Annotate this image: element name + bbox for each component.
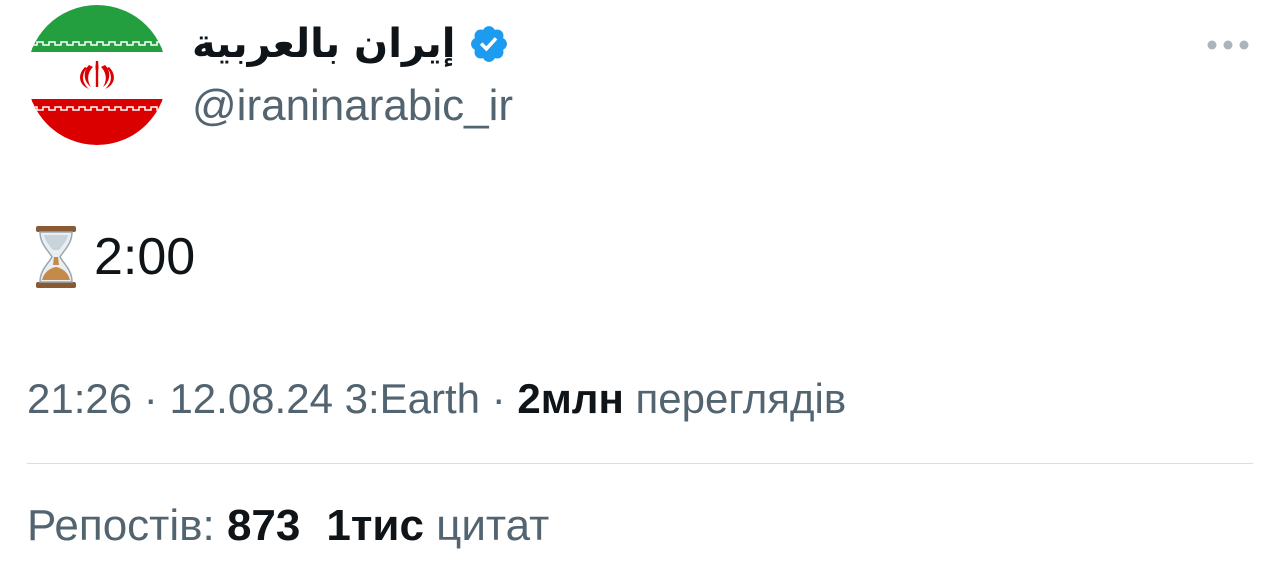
views-label[interactable]: переглядів — [636, 375, 847, 422]
tweet-text: 2:00 — [30, 222, 195, 292]
author-handle[interactable]: @iraninarabic_ir — [192, 80, 513, 133]
tweet-time[interactable]: 21:26 — [27, 375, 132, 422]
avatar[interactable] — [27, 5, 167, 145]
iran-flag-avatar-icon — [27, 5, 167, 145]
tweet-location: 3:Earth — [344, 375, 481, 422]
author-name-row[interactable]: إيران بالعربية — [192, 14, 510, 74]
reposts-count[interactable]: 873 — [227, 501, 300, 550]
hourglass-icon — [36, 226, 76, 288]
meta-separator: · — [132, 375, 170, 422]
verified-badge-icon[interactable] — [468, 23, 510, 65]
reposts-label[interactable]: Репостів: — [27, 501, 215, 550]
tweet-meta: 21:26 · 12.08.24 3:Earth · 2млн перегляд… — [27, 374, 846, 424]
display-name[interactable]: إيران بالعربية — [192, 24, 456, 64]
more-dots-icon — [1207, 40, 1249, 50]
views-count[interactable]: 2млн — [517, 375, 623, 422]
tweet-text-content: 2:00 — [94, 228, 196, 286]
tweet-detail: إيران بالعربية @iraninarabic_ir 2:00 21:… — [0, 0, 1280, 587]
quotes-count[interactable]: 1тис — [326, 501, 424, 550]
tweet-stats: Репостів: 873 1тис цитат — [27, 500, 549, 553]
tweet-date[interactable]: 12.08.24 — [169, 375, 333, 422]
meta-separator: · — [480, 375, 518, 422]
divider — [27, 463, 1253, 464]
quotes-label[interactable]: цитат — [436, 501, 549, 550]
more-options-button[interactable] — [1200, 25, 1256, 65]
